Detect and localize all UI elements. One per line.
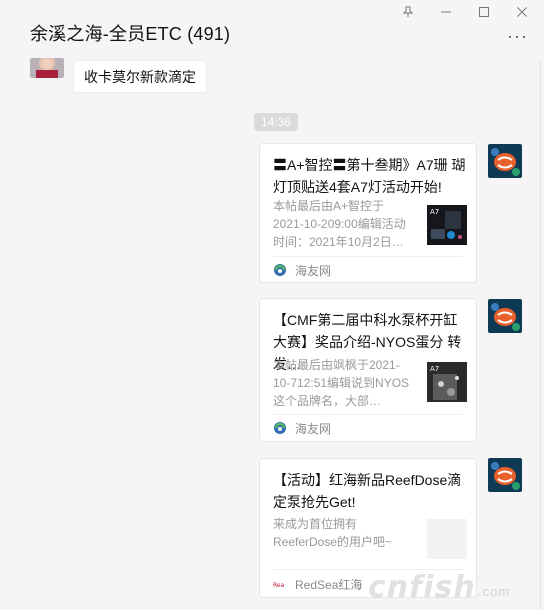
globe-icon [274, 422, 286, 434]
scrollbar-track[interactable] [540, 60, 541, 610]
close-icon[interactable] [510, 2, 534, 22]
avatar[interactable] [488, 299, 522, 333]
pin-icon[interactable] [396, 2, 420, 22]
card-source-name: RedSea红海 [295, 577, 363, 592]
globe-icon [274, 264, 286, 276]
svg-text:A7: A7 [430, 208, 439, 216]
avatar[interactable] [488, 458, 522, 492]
card-description: 本帖最后由飒枫于2021-10-712:51编辑说到NYOS这个品牌名，大部… [273, 358, 410, 408]
card-thumbnail [427, 519, 467, 559]
link-card[interactable]: 【CMF第二届中科水泵杯开缸大赛】奖品介绍-NYOS蛋分 转发… 本帖最后由飒枫… [259, 298, 477, 442]
avatar[interactable] [488, 144, 522, 178]
card-description: 本帖最后由A+智控于2021-10-209:00编辑活动时间：2021年10月2… [273, 199, 406, 249]
more-options-button[interactable]: ··· [507, 26, 528, 47]
chat-header: 余溪之海-全员ETC (491) ··· [0, 0, 544, 60]
watermark-domain: .com [478, 584, 511, 599]
card-title: 〓A+智控〓第十叁期》A7珊 瑚灯顶贴送4套A7灯活动开始! [273, 157, 466, 195]
maximize-icon[interactable] [472, 2, 496, 22]
svg-text:A7: A7 [430, 365, 439, 373]
avatar[interactable] [30, 58, 64, 78]
card-source-name: 海友网 [295, 421, 332, 436]
svg-text:Rea: Rea [273, 582, 285, 589]
redsea-logo-icon: Rea [273, 577, 287, 591]
message-bubble[interactable]: 收卡莫尔新款滴定 [73, 60, 207, 93]
card-thumbnail: A7 [427, 205, 467, 245]
link-card[interactable]: 〓A+智控〓第十叁期》A7珊 瑚灯顶贴送4套A7灯活动开始! 本帖最后由A+智控… [259, 143, 477, 283]
chat-title: 余溪之海-全员ETC (491) [30, 24, 231, 44]
card-divider [273, 256, 463, 257]
watermark: cnfish [368, 570, 476, 605]
card-title: 【活动】红海新品ReefDose滴定泵抢先Get! [273, 472, 462, 510]
card-source: 海友网 [273, 262, 331, 278]
card-source-name: 海友网 [295, 263, 332, 278]
card-description: 来成为首位拥有ReeferDose的用户吧~ [273, 517, 393, 549]
card-source: 海友网 [273, 420, 331, 436]
card-divider [273, 414, 463, 415]
card-thumbnail: A7 [427, 362, 467, 402]
time-badge: 14:36 [254, 113, 298, 131]
window-controls [396, 2, 534, 22]
card-source: Rea RedSea红海 [273, 576, 362, 592]
minimize-icon[interactable] [434, 2, 458, 22]
